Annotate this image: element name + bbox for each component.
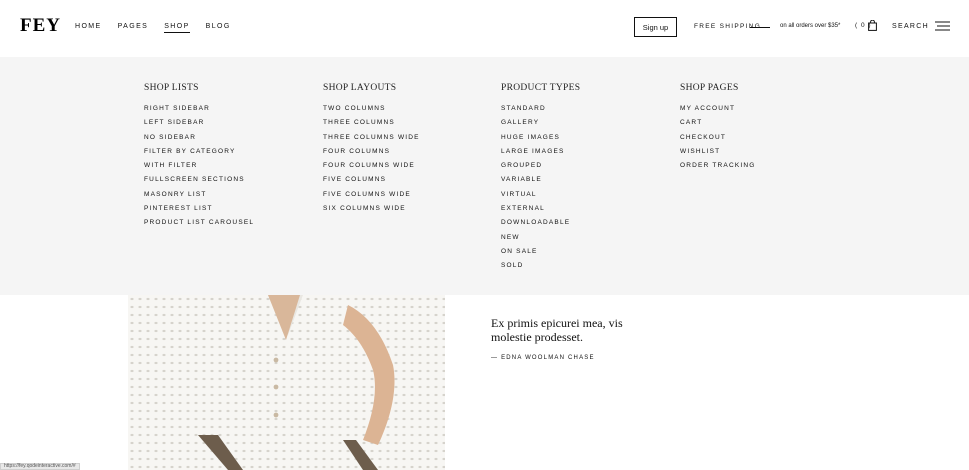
column-title: SHOP LISTS [144, 83, 199, 93]
menu-column-product-types: PRODUCT TYPES STANDARD GALLERY HUGE IMAG… [501, 83, 580, 277]
shop-mega-menu: SHOP LISTS RIGHT SIDEBAR LEFT SIDEBAR NO… [0, 57, 969, 295]
nav-pages[interactable]: PAGES [118, 23, 149, 33]
menu-link[interactable]: HUGE IMAGES [501, 134, 580, 148]
main-nav: HOME PAGES SHOP BLOG [75, 23, 247, 33]
menu-column-shop-lists: SHOP LISTS RIGHT SIDEBAR LEFT SIDEBAR NO… [144, 83, 254, 234]
menu-link[interactable]: LEFT SIDEBAR [144, 119, 254, 133]
menu-link[interactable]: FIVE COLUMNS [323, 176, 420, 190]
menu-link[interactable]: PRODUCT LIST CAROUSEL [144, 219, 254, 233]
menu-link[interactable]: VIRTUAL [501, 191, 580, 205]
shipping-note: on all orders over $35* [780, 23, 841, 29]
status-bar-url: https://fey.qodeinteractive.com/# [0, 463, 80, 470]
menu-link[interactable]: SOLD [501, 262, 580, 276]
nav-home[interactable]: HOME [75, 23, 102, 33]
menu-link[interactable]: ORDER TRACKING [680, 162, 756, 176]
menu-column-shop-pages: SHOP PAGES MY ACCOUNT CART CHECKOUT WISH… [680, 83, 756, 176]
menu-link[interactable]: PINTEREST LIST [144, 205, 254, 219]
menu-column-shop-layouts: SHOP LAYOUTS TWO COLUMNS THREE COLUMNS T… [323, 83, 420, 219]
column-title: PRODUCT TYPES [501, 83, 581, 93]
menu-link[interactable]: CHECKOUT [680, 134, 756, 148]
menu-link[interactable]: CART [680, 119, 756, 133]
menu-link[interactable]: MY ACCOUNT [680, 105, 756, 119]
search-button[interactable]: SEARCH [892, 23, 929, 30]
menu-link[interactable]: NO SIDEBAR [144, 134, 254, 148]
menu-link[interactable]: FILTER BY CATEGORY [144, 148, 254, 162]
signup-button[interactable]: Sign up [634, 17, 677, 37]
menu-link[interactable]: MASONRY LIST [144, 191, 254, 205]
menu-link[interactable]: FIVE COLUMNS WIDE [323, 191, 420, 205]
menu-link[interactable]: STANDARD [501, 105, 580, 119]
menu-link[interactable]: ON SALE [501, 248, 580, 262]
column-title: SHOP LAYOUTS [323, 83, 397, 93]
testimonial-quote: Ex primis epicurei mea, vis molestie pro… [491, 316, 623, 344]
menu-link[interactable]: WITH FILTER [144, 162, 254, 176]
hamburger-menu-icon[interactable] [935, 21, 950, 31]
logo[interactable]: FEY [20, 15, 61, 37]
menu-link[interactable]: RIGHT SIDEBAR [144, 105, 254, 119]
menu-link[interactable]: GROUPED [501, 162, 580, 176]
menu-link[interactable]: EXTERNAL [501, 205, 580, 219]
menu-link[interactable]: LARGE IMAGES [501, 148, 580, 162]
menu-link[interactable]: WISHLIST [680, 148, 756, 162]
menu-link[interactable]: VARIABLE [501, 176, 580, 190]
nav-shop[interactable]: SHOP [164, 23, 190, 33]
testimonial-author: — EDNA WOOLMAN CHASE [491, 355, 595, 361]
column-title: SHOP PAGES [680, 83, 739, 93]
menu-link[interactable]: SIX COLUMNS WIDE [323, 205, 420, 219]
menu-link[interactable]: TWO COLUMNS [323, 105, 420, 119]
site-header: FEY HOME PAGES SHOP BLOG Sign up FREE SH… [0, 0, 969, 57]
menu-link[interactable]: FULLSCREEN SECTIONS [144, 176, 254, 190]
product-photo [128, 295, 445, 470]
shipping-divider [750, 27, 770, 28]
menu-link[interactable]: THREE COLUMNS WIDE [323, 134, 420, 148]
menu-link[interactable]: THREE COLUMNS [323, 119, 420, 133]
menu-link[interactable]: DOWNLOADABLE [501, 219, 580, 233]
nav-blog[interactable]: BLOG [206, 23, 231, 33]
shopping-bag-icon[interactable] [868, 20, 877, 31]
menu-link[interactable]: FOUR COLUMNS WIDE [323, 162, 420, 176]
menu-link[interactable]: NEW [501, 234, 580, 248]
menu-link[interactable]: GALLERY [501, 119, 580, 133]
menu-link[interactable]: FOUR COLUMNS [323, 148, 420, 162]
lace-blouse-image [128, 295, 445, 470]
